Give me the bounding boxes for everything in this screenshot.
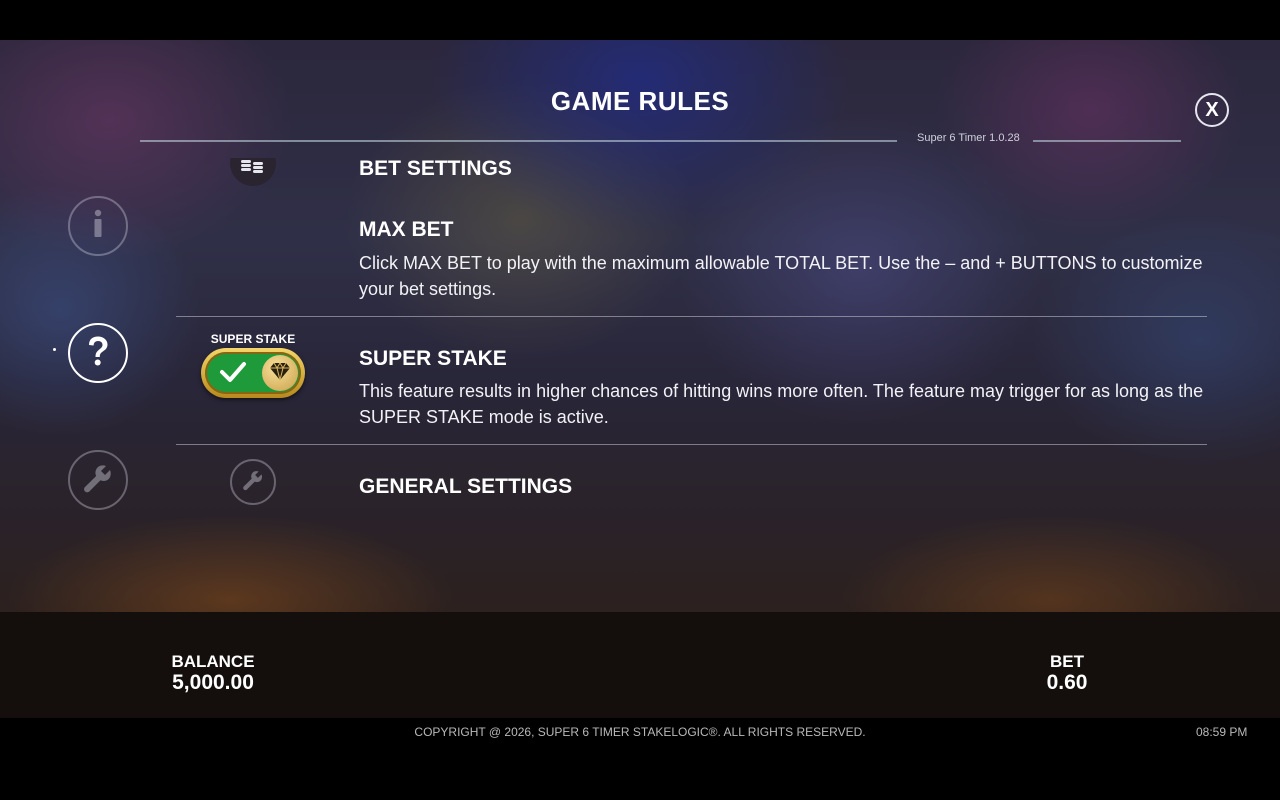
rules-nav-button[interactable] (68, 323, 128, 383)
section-divider (176, 444, 1207, 445)
clock: 08:59 PM (1196, 725, 1248, 739)
bet-settings-heading: BET SETTINGS (359, 157, 512, 180)
copyright-text: COPYRIGHT @ 2026, SUPER 6 TIMER STAKELOG… (414, 725, 866, 739)
general-settings-heading: GENERAL SETTINGS (359, 475, 573, 498)
wrench-icon (81, 461, 115, 500)
super-stake-text: This feature results in higher chances o… (359, 381, 1204, 427)
rules-panel (0, 40, 1280, 612)
coins-icon (230, 158, 276, 186)
top-bar (0, 0, 1280, 40)
max-bet-text: Click MAX BET to play with the maximum a… (359, 253, 1203, 299)
wrench-icon (241, 468, 265, 497)
max-bet-heading: MAX BET (359, 218, 454, 241)
bet-value: 0.60 (1046, 671, 1088, 694)
bet-label: BET (1050, 652, 1084, 671)
super-stake-heading: SUPER STAKE (359, 347, 507, 370)
question-icon (85, 335, 111, 372)
balance-label: BALANCE (171, 652, 255, 671)
checkmark-icon (219, 360, 247, 389)
page-title: GAME RULES (550, 86, 730, 116)
balance-value: 5,000.00 (172, 671, 254, 694)
info-nav-button[interactable] (68, 196, 128, 256)
close-button[interactable]: X (1195, 93, 1229, 127)
section-divider (176, 316, 1207, 317)
version-label: Super 6 Timer 1.0.28 (917, 132, 1020, 144)
header-divider-right (1033, 140, 1181, 142)
general-settings-icon-badge (230, 459, 276, 505)
header-divider (140, 140, 897, 142)
super-stake-badge-label: SUPER STAKE (210, 332, 296, 346)
super-stake-toggle (201, 348, 305, 398)
active-indicator (53, 348, 56, 351)
diamond-icon (268, 361, 292, 386)
info-icon (91, 209, 105, 244)
settings-nav-button[interactable] (68, 450, 128, 510)
